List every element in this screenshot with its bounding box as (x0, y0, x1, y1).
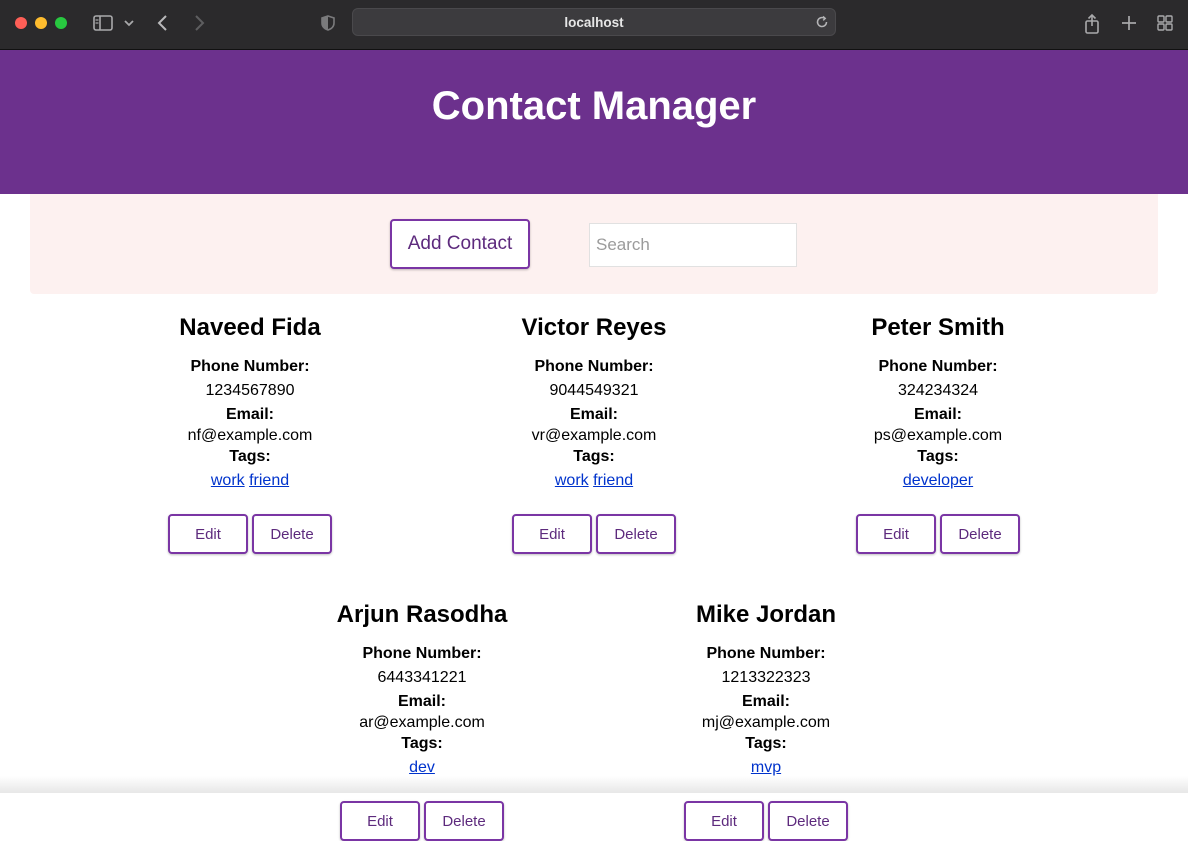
email-label: Email: (397, 693, 446, 710)
phone-label: Phone Number: (878, 358, 998, 375)
edit-button[interactable]: Edit (856, 514, 936, 554)
tag-link[interactable]: work (555, 472, 589, 489)
contact-name: Peter Smith (871, 314, 1005, 341)
tag-link[interactable]: mvp (751, 759, 781, 776)
contact-name: Arjun Rasodha (336, 601, 508, 628)
add-contact-button[interactable]: Add Contact (390, 219, 530, 269)
browser-toolbar: localhost (0, 0, 1188, 50)
tags-label: Tags: (229, 448, 271, 465)
card-actions: Edit Delete (272, 801, 572, 841)
phone-value: 9044549321 (549, 382, 639, 399)
sidebar-icon[interactable] (92, 13, 114, 33)
email-label: Email: (913, 406, 962, 423)
tag-link[interactable]: dev (409, 759, 435, 776)
contact-card: Arjun Rasodha Phone Number: 6443341221 E… (272, 600, 572, 841)
tag-link[interactable]: friend (593, 472, 633, 489)
card-actions: Edit Delete (788, 514, 1088, 554)
email-value: mj@example.com (701, 714, 831, 731)
email-label: Email: (225, 406, 274, 423)
tag-list: work friend (100, 471, 400, 491)
contact-card: Mike Jordan Phone Number: 1213322323 Ema… (616, 600, 916, 841)
search-input[interactable] (589, 223, 797, 267)
edit-button[interactable]: Edit (512, 514, 592, 554)
tag-list: dev (272, 758, 572, 778)
phone-value: 324234324 (897, 382, 979, 399)
url-text: localhost (564, 15, 624, 30)
email-label: Email: (741, 693, 790, 710)
email-value: vr@example.com (531, 427, 657, 444)
action-bar: Add Contact (30, 194, 1158, 294)
contact-card: Victor Reyes Phone Number: 9044549321 Em… (444, 313, 744, 554)
tags-label: Tags: (917, 448, 959, 465)
forward-icon[interactable] (191, 13, 207, 33)
delete-button[interactable]: Delete (252, 514, 332, 554)
tags-label: Tags: (745, 735, 787, 752)
shield-icon[interactable] (320, 13, 336, 33)
tag-list: developer (788, 471, 1088, 491)
contact-card: Naveed Fida Phone Number: 1234567890 Ema… (100, 313, 400, 554)
contact-name: Mike Jordan (695, 601, 837, 628)
contact-name: Naveed Fida (179, 314, 321, 341)
zoom-window-button[interactable] (55, 17, 67, 29)
email-label: Email: (569, 406, 618, 423)
chevron-down-icon[interactable] (122, 13, 136, 33)
reload-icon[interactable] (815, 15, 829, 34)
new-tab-icon[interactable] (1120, 13, 1138, 33)
delete-button[interactable]: Delete (940, 514, 1020, 554)
phone-label: Phone Number: (190, 358, 310, 375)
email-value: ps@example.com (873, 427, 1003, 444)
tag-link[interactable]: work (211, 472, 245, 489)
tag-link[interactable]: developer (903, 472, 973, 489)
phone-label: Phone Number: (362, 645, 482, 662)
edit-button[interactable]: Edit (684, 801, 764, 841)
phone-value: 1213322323 (721, 669, 811, 686)
phone-value: 1234567890 (205, 382, 295, 399)
email-value: ar@example.com (359, 714, 485, 731)
delete-button[interactable]: Delete (596, 514, 676, 554)
edit-button[interactable]: Edit (340, 801, 420, 841)
edit-button[interactable]: Edit (168, 514, 248, 554)
minimize-window-button[interactable] (35, 17, 47, 29)
share-icon[interactable] (1082, 13, 1102, 34)
email-value: nf@example.com (187, 427, 313, 444)
tags-label: Tags: (573, 448, 615, 465)
card-actions: Edit Delete (616, 801, 916, 841)
delete-button[interactable]: Delete (768, 801, 848, 841)
phone-label: Phone Number: (706, 645, 826, 662)
address-bar[interactable]: localhost (352, 8, 836, 36)
card-actions: Edit Delete (444, 514, 744, 554)
close-window-button[interactable] (15, 17, 27, 29)
scroll-edge-shadow (0, 776, 1188, 793)
card-actions: Edit Delete (100, 514, 400, 554)
phone-label: Phone Number: (534, 358, 654, 375)
contact-name: Victor Reyes (521, 314, 667, 341)
tag-list: work friend (444, 471, 744, 491)
phone-value: 6443341221 (377, 669, 467, 686)
contact-card: Peter Smith Phone Number: 324234324 Emai… (788, 313, 1088, 554)
back-icon[interactable] (155, 13, 171, 33)
tag-list: mvp (616, 758, 916, 778)
tags-label: Tags: (401, 735, 443, 752)
tab-overview-icon[interactable] (1156, 13, 1174, 33)
page-title: Contact Manager (431, 84, 757, 128)
app-header: Contact Manager (0, 50, 1188, 194)
delete-button[interactable]: Delete (424, 801, 504, 841)
tag-link[interactable]: friend (249, 472, 289, 489)
